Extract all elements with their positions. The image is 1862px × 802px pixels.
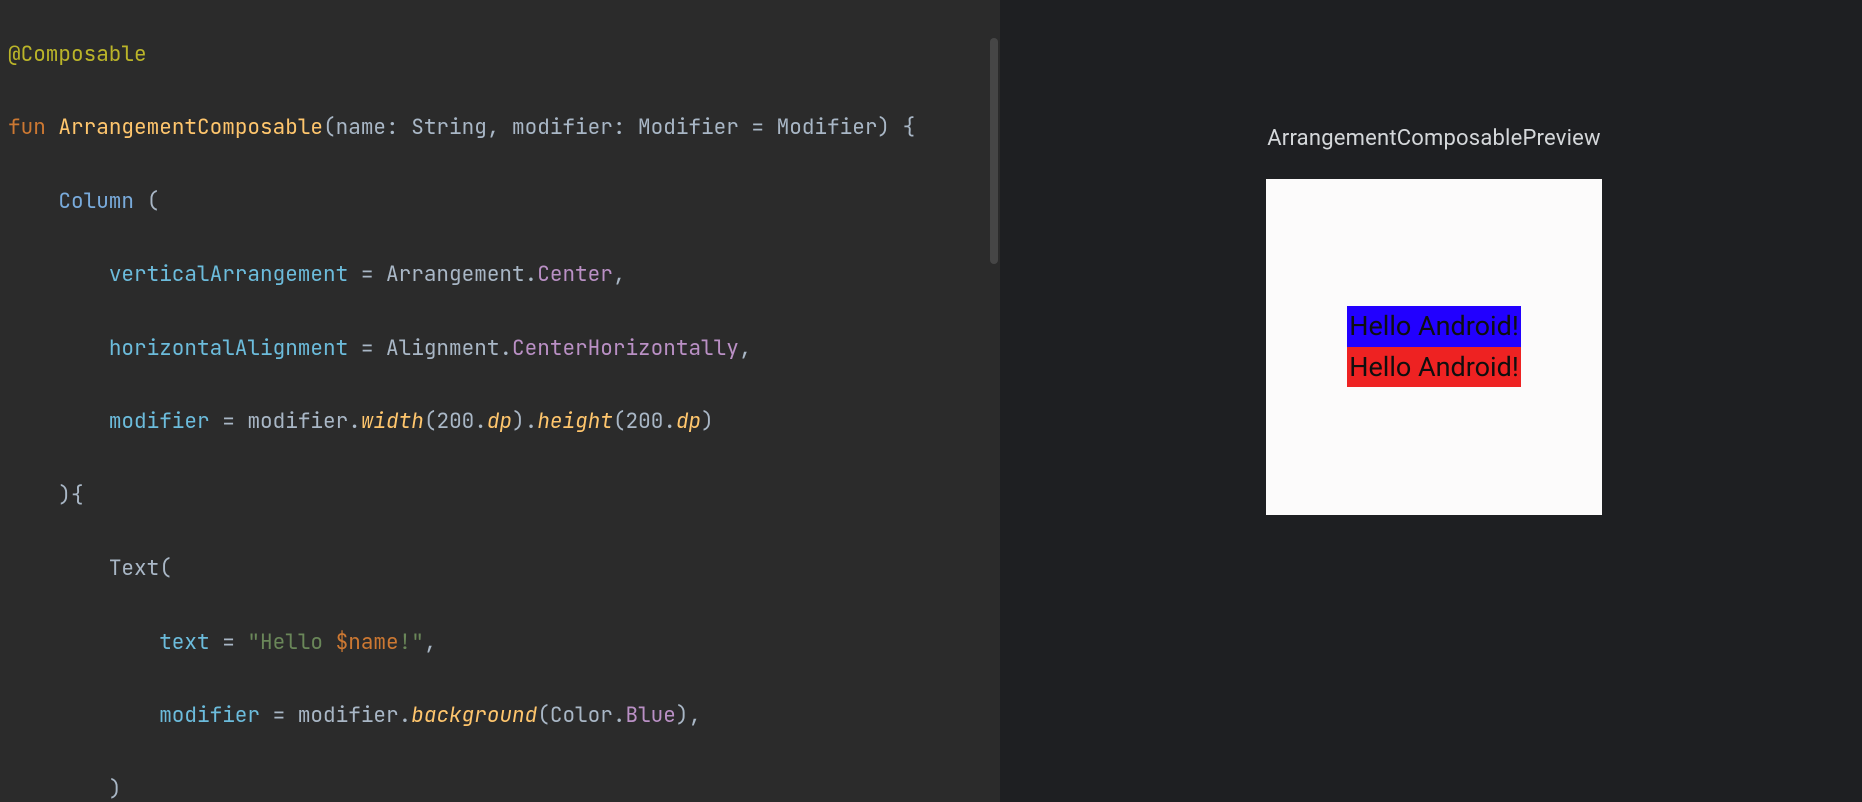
preview-canvas: Hello Android! Hello Android! [1266, 179, 1602, 515]
compose-preview-pane[interactable]: ArrangementComposablePreview Hello Andro… [1006, 0, 1862, 802]
brace-open: ){ [58, 482, 83, 509]
annotation: @Composable [8, 41, 147, 68]
code-editor[interactable]: @Composable fun ArrangementComposable(na… [0, 0, 1000, 802]
signature: (name: String, modifier: Modifier = Modi… [323, 114, 915, 141]
scrollbar-thumb[interactable] [990, 38, 998, 264]
text-call-1: Text [109, 555, 159, 582]
function-name: ArrangementComposable [58, 114, 323, 141]
preview-text-blue: Hello Android! [1347, 306, 1521, 347]
column-call: Column [58, 188, 134, 215]
arg-vertical: verticalArrangement [109, 261, 348, 288]
arg-modifier: modifier [109, 408, 210, 435]
keyword-fun: fun [8, 114, 46, 141]
preview-text-red: Hello Android! [1347, 347, 1521, 388]
code-content[interactable]: @Composable fun ArrangementComposable(na… [0, 0, 1000, 802]
preview-title: ArrangementComposablePreview [1267, 120, 1600, 159]
editor-scrollbar[interactable] [988, 0, 1000, 802]
arg-horizontal: horizontalAlignment [109, 335, 348, 362]
